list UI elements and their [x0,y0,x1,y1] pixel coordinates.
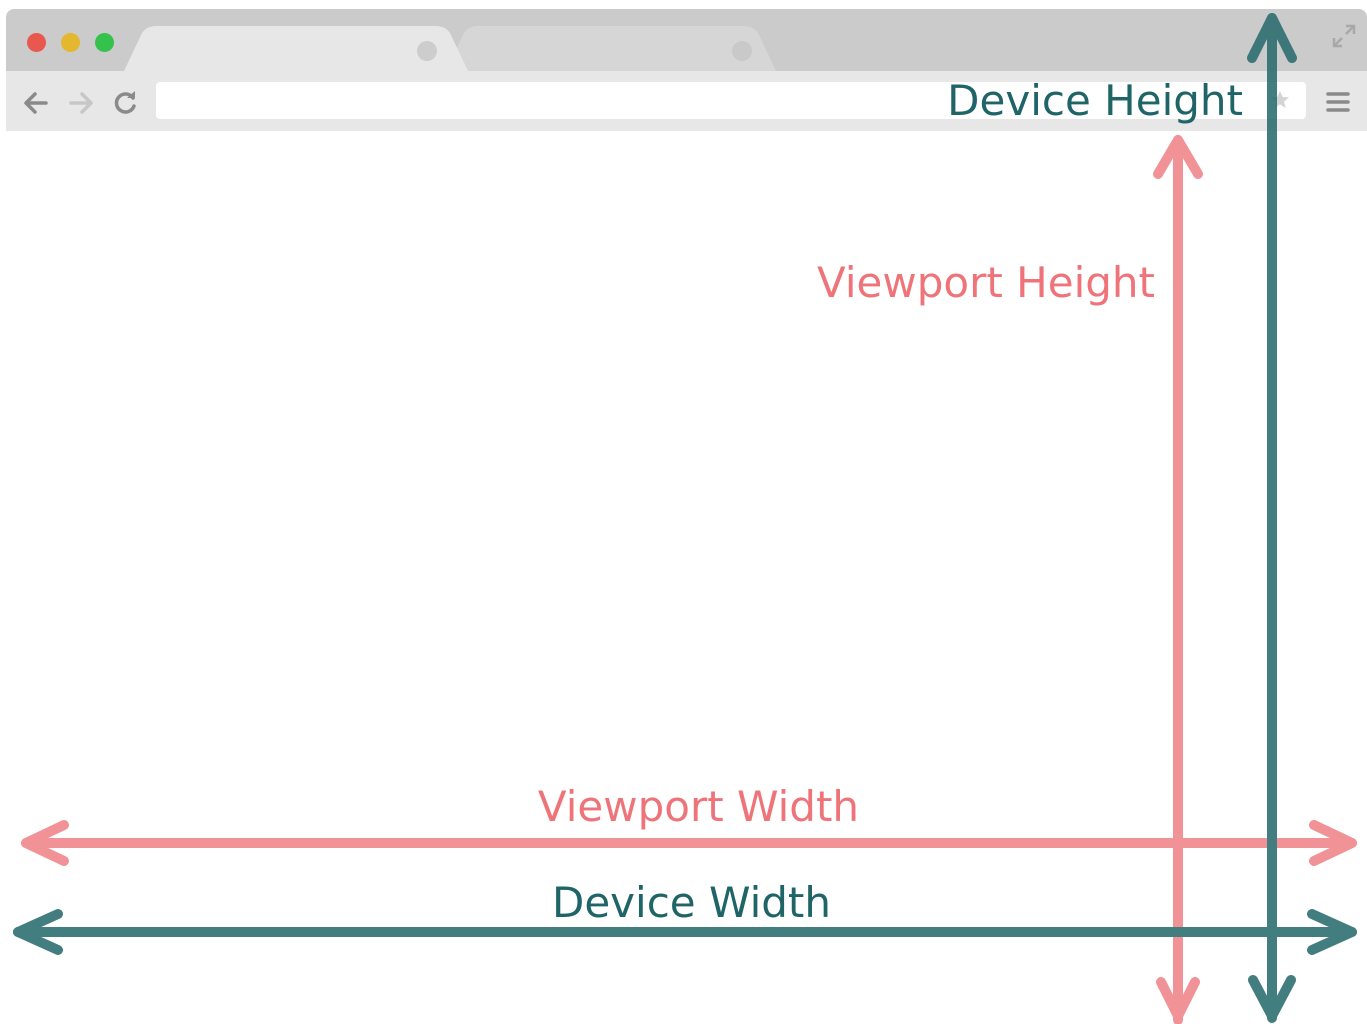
viewport-width-label: Viewport Width [537,782,860,831]
device-height-arrow [1247,13,1297,1023]
device-height-label: Device Height [947,76,1243,125]
dimension-arrows [13,13,1357,1024]
device-width-label: Device Width [551,878,831,927]
viewport-height-label: Viewport Height [817,258,1155,307]
